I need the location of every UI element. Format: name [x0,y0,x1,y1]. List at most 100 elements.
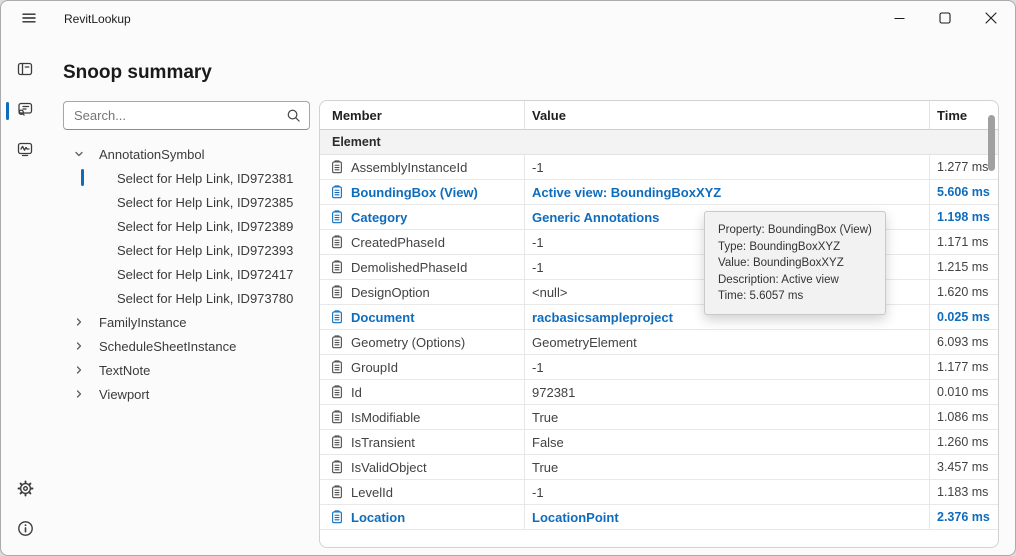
titlebar: RevitLookup [1,1,1015,37]
nav-item-about[interactable] [1,511,49,551]
value-cell: -1 [525,155,930,179]
clipboard-icon [330,385,344,399]
vertical-scrollbar[interactable] [988,115,995,539]
chevron-right-icon[interactable] [71,340,87,352]
gear-icon [17,480,34,502]
tree-item[interactable]: Select for Help Link, ID973780 [63,286,313,310]
member-cell: DemolishedPhaseId [320,255,525,279]
member-cell: Location [320,505,525,529]
nav-item-snoop[interactable] [1,91,49,131]
nav-rail [1,37,49,555]
member-name: LevelId [351,485,393,500]
close-button[interactable] [968,2,1014,37]
table-row[interactable]: CategoryGeneric Annotations1.198 ms [320,205,998,230]
table-row[interactable]: GroupId-11.177 ms [320,355,998,380]
tree-item[interactable]: FamilyInstance [63,310,313,334]
table-row[interactable]: Geometry (Options)GeometryElement6.093 m… [320,330,998,355]
window-controls [876,2,1014,37]
tooltip-line: Description: Active view [718,272,872,289]
tooltip: Property: BoundingBox (View)Type: Boundi… [704,211,886,315]
member-name: AssemblyInstanceId [351,160,467,175]
tree-item[interactable]: Viewport [63,382,313,406]
member-cell: LevelId [320,480,525,504]
member-name: Id [351,385,362,400]
column-header-value[interactable]: Value [525,101,930,129]
maximize-button[interactable] [922,2,968,37]
member-cell: BoundingBox (View) [320,180,525,204]
info-icon [17,520,34,542]
chevron-right-icon[interactable] [71,316,87,328]
chevron-right-icon[interactable] [71,388,87,400]
tree-item-label: Viewport [99,387,149,402]
nav-item-settings[interactable] [1,471,49,511]
minimize-button[interactable] [876,2,922,37]
table-row[interactable]: BoundingBox (View)Active view: BoundingB… [320,180,998,205]
tooltip-line: Property: BoundingBox (View) [718,222,872,239]
table-row[interactable]: LevelId-11.183 ms [320,480,998,505]
member-cell: IsTransient [320,430,525,454]
member-name: IsValidObject [351,460,427,475]
table-row[interactable]: IsModifiableTrue1.086 ms [320,405,998,430]
minimize-icon [894,12,905,27]
snoop-search-icon [16,100,34,123]
member-cell: AssemblyInstanceId [320,155,525,179]
tree-item[interactable]: Select for Help Link, ID972381 [63,166,313,190]
value-cell: True [525,405,930,429]
clipboard-icon [330,510,344,524]
member-cell: GroupId [320,355,525,379]
search-icon [286,108,301,123]
clipboard-icon [330,210,344,224]
value-cell: GeometryElement [525,330,930,354]
clipboard-icon [330,360,344,374]
value-cell: True [525,455,930,479]
tree-item[interactable]: Select for Help Link, ID972393 [63,238,313,262]
close-icon [985,12,997,27]
member-name: IsModifiable [351,410,420,425]
member-cell: IsModifiable [320,405,525,429]
value-cell: 972381 [525,380,930,404]
scrollbar-thumb[interactable] [988,115,995,171]
column-header-member[interactable]: Member [320,101,525,129]
app-window: RevitLookup [0,0,1016,556]
clipboard-icon [330,485,344,499]
hamburger-menu-button[interactable] [14,6,44,32]
table-row[interactable]: DemolishedPhaseId-11.215 ms [320,255,998,280]
tree-item-label: AnnotationSymbol [99,147,205,162]
active-nav-indicator [6,102,9,120]
value-cell: False [525,430,930,454]
table-row[interactable]: IsTransientFalse1.260 ms [320,430,998,455]
table-row[interactable]: CreatedPhaseId-11.171 ms [320,230,998,255]
member-name: IsTransient [351,435,415,450]
table-row[interactable]: DesignOption<null>1.620 ms [320,280,998,305]
table-header: Member Value Time [320,101,998,130]
tree-item[interactable]: Select for Help Link, ID972385 [63,190,313,214]
page-title: Snoop summary [63,62,212,84]
table-body: AssemblyInstanceId-11.277 msBoundingBox … [320,155,998,530]
tree-item-label: Select for Help Link, ID972381 [117,171,293,186]
tree-item[interactable]: AnnotationSymbol [63,142,313,166]
tree-item[interactable]: Select for Help Link, ID972389 [63,214,313,238]
tree-item-label: ScheduleSheetInstance [99,339,236,354]
clipboard-icon [330,460,344,474]
table-row[interactable]: IsValidObjectTrue3.457 ms [320,455,998,480]
nav-item-dashboard[interactable] [1,51,49,91]
table-row[interactable]: LocationLocationPoint2.376 ms [320,505,998,530]
table-row[interactable]: AssemblyInstanceId-11.277 ms [320,155,998,180]
table-row[interactable]: Id9723810.010 ms [320,380,998,405]
nav-item-events[interactable] [1,131,49,171]
tooltip-line: Type: BoundingBoxXYZ [718,239,872,256]
tree-item[interactable]: TextNote [63,358,313,382]
tree-item[interactable]: ScheduleSheetInstance [63,334,313,358]
tree-item-label: FamilyInstance [99,315,186,330]
member-name: Category [351,210,407,225]
clipboard-icon [330,235,344,249]
clipboard-icon [330,160,344,174]
table-row[interactable]: Documentracbasicsampleproject0.025 ms [320,305,998,330]
tree-item[interactable]: Select for Help Link, ID972417 [63,262,313,286]
chevron-down-icon[interactable] [71,148,87,160]
table-group-header[interactable]: Element [320,130,998,155]
value-cell: -1 [525,355,930,379]
search-input[interactable] [63,101,310,130]
tooltip-line: Time: 5.6057 ms [718,288,872,305]
chevron-right-icon[interactable] [71,364,87,376]
